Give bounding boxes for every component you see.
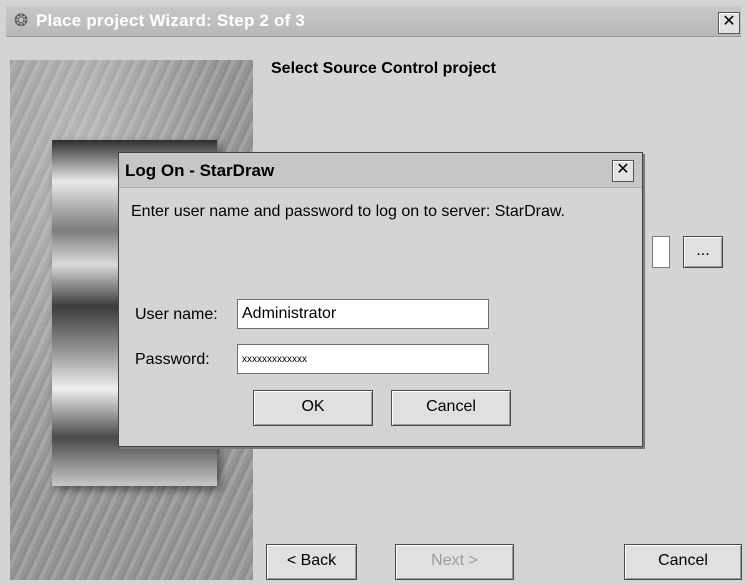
logon-cancel-label: Cancel bbox=[426, 398, 476, 415]
username-label: User name: bbox=[135, 306, 218, 323]
wizard-title-bar[interactable]: ❂ Place project Wizard: Step 2 of 3 bbox=[6, 6, 741, 37]
wizard-app-icon: ❂ bbox=[14, 11, 29, 30]
logon-message: Enter user name and password to log on t… bbox=[131, 203, 565, 220]
close-icon: ✕ bbox=[722, 13, 736, 30]
logon-cancel-button[interactable]: Cancel bbox=[391, 390, 511, 426]
place-project-wizard-window: ❂ Place project Wizard: Step 2 of 3 ✕ Se… bbox=[0, 0, 747, 585]
wizard-cancel-button[interactable]: Cancel bbox=[624, 544, 742, 580]
ok-button-label: OK bbox=[301, 398, 325, 415]
logon-dialog: Log On - StarDraw ✕ Enter user name and … bbox=[118, 152, 643, 447]
wizard-step-heading: Select Source Control project bbox=[271, 60, 496, 77]
back-button[interactable]: < Back bbox=[266, 544, 357, 580]
close-icon: ✕ bbox=[616, 161, 630, 178]
next-button-label: Next > bbox=[431, 552, 478, 569]
password-input[interactable] bbox=[237, 344, 489, 374]
wizard-cancel-label: Cancel bbox=[658, 552, 708, 569]
ok-button[interactable]: OK bbox=[253, 390, 373, 426]
password-label: Password: bbox=[135, 351, 210, 368]
wizard-close-button[interactable]: ✕ bbox=[718, 12, 740, 34]
wizard-title: Place project Wizard: Step 2 of 3 bbox=[36, 11, 306, 30]
project-path-input[interactable] bbox=[652, 236, 670, 268]
next-button[interactable]: Next > bbox=[395, 544, 514, 580]
logon-title: Log On - StarDraw bbox=[125, 161, 275, 180]
browse-button[interactable]: ... bbox=[683, 236, 723, 268]
browse-ellipsis: ... bbox=[696, 242, 710, 259]
username-input[interactable] bbox=[237, 299, 489, 329]
logon-title-bar[interactable]: Log On - StarDraw bbox=[119, 153, 642, 188]
logon-close-button[interactable]: ✕ bbox=[612, 160, 634, 182]
back-button-label: < Back bbox=[286, 552, 337, 569]
